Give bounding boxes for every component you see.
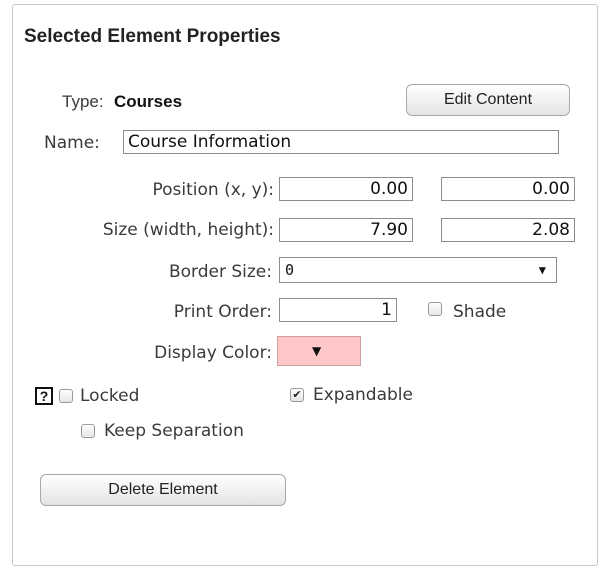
name-input[interactable]: Course Information	[123, 130, 559, 154]
border-size-value: 0	[285, 261, 295, 279]
size-height-input[interactable]: 2.08	[441, 218, 575, 242]
type-label: Type:	[62, 92, 104, 111]
border-size-select[interactable]: 0 ▼	[279, 257, 557, 283]
border-size-label: Border Size:	[168, 262, 272, 282]
position-label: Position (x, y):	[152, 180, 274, 200]
help-icon[interactable]: ?	[35, 387, 53, 405]
delete-element-button[interactable]: Delete Element	[40, 474, 286, 506]
position-y-input[interactable]: 0.00	[441, 177, 575, 201]
size-label: Size (width, height):	[102, 220, 274, 240]
position-x-input[interactable]: 0.00	[279, 177, 413, 201]
locked-checkbox[interactable]	[59, 389, 73, 403]
name-label: Name:	[44, 133, 100, 153]
chevron-down-icon: ▼	[538, 263, 546, 277]
size-width-input[interactable]: 7.90	[279, 218, 413, 242]
type-value: Courses	[114, 92, 183, 111]
keep-separation-checkbox[interactable]	[81, 424, 95, 438]
shade-label: Shade	[453, 302, 507, 322]
keep-separation-label: Keep Separation	[104, 421, 244, 441]
print-order-label: Print Order:	[173, 302, 272, 322]
display-color-picker[interactable]: ▼	[277, 336, 361, 366]
shade-checkbox[interactable]	[428, 302, 442, 316]
chevron-down-icon: ▼	[312, 344, 322, 358]
print-order-input[interactable]: 1	[279, 298, 397, 322]
edit-content-button[interactable]: Edit Content	[406, 84, 570, 116]
expandable-label: Expandable	[313, 385, 413, 405]
check-icon: ✔	[292, 388, 302, 401]
display-color-label: Display Color:	[154, 343, 272, 363]
expandable-checkbox[interactable]: ✔	[290, 388, 304, 402]
locked-label: Locked	[80, 386, 140, 406]
panel-title: Selected Element Properties	[24, 26, 281, 47]
